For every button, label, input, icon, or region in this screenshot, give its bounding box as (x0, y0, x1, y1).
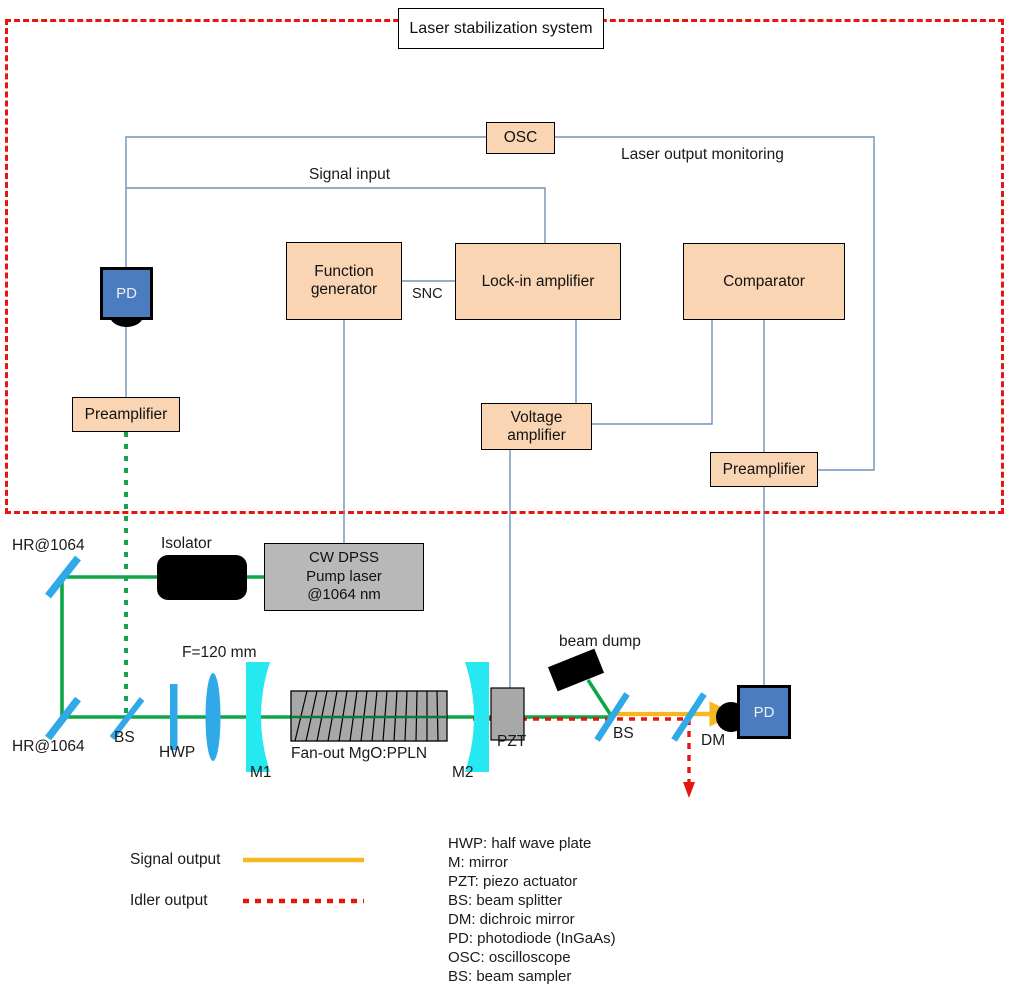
beam-dump-optic (547, 648, 605, 692)
pd-right-label: PD (753, 703, 775, 721)
ppln-label: Fan-out MgO:PPLN (291, 745, 428, 762)
abbreviation-7: BS: beam sampler (448, 968, 572, 985)
preamplifier-left-box[interactable]: Preamplifier (72, 397, 180, 432)
legend-idler-label: Idler output (130, 892, 208, 909)
bs-sampler-label: BS (613, 725, 634, 742)
hr-bottom-label: HR@1064 (12, 738, 85, 755)
idler-arrow-head (683, 782, 695, 798)
abbreviation-0: HWP: half wave plate (448, 835, 592, 852)
title-label: Laser stabilization system (409, 19, 593, 37)
legend-signal-label: Signal output (130, 851, 221, 868)
dm-label: DM (701, 732, 726, 749)
abbreviation-1: M: mirror (448, 854, 508, 871)
function-generator-box[interactable]: Function generator (286, 242, 402, 320)
comparator-box[interactable]: Comparator (683, 243, 845, 320)
pump-laser-label: CW DPSS Pump laser @1064 nm (306, 548, 382, 604)
osc-label: OSC (503, 129, 538, 147)
ppln-crystal-optic (290, 690, 448, 742)
abbreviation-6: OSC: oscilloscope (448, 949, 571, 966)
m2-label: M2 (452, 764, 474, 781)
preamplifier-right-box[interactable]: Preamplifier (710, 452, 818, 487)
lock-in-amplifier-label: Lock-in amplifier (481, 272, 595, 290)
abbreviation-5: PD: photodiode (InGaAs) (448, 930, 616, 947)
function-generator-label: Function generator (310, 263, 378, 298)
laser-output-monitoring-label: Laser output monitoring (621, 146, 784, 163)
pd-left[interactable]: PD (100, 267, 153, 320)
preamplifier-left-label: Preamplifier (84, 405, 168, 423)
abbreviation-2: PZT: piezo actuator (448, 873, 578, 890)
beam-dump-label: beam dump (559, 633, 641, 650)
lock-in-amplifier-box[interactable]: Lock-in amplifier (455, 243, 621, 320)
voltage-amplifier-label: Voltage amplifier (507, 408, 566, 444)
diagram-canvas: Laser stabilization system OSC Function … (0, 0, 1010, 995)
lens-optic (205, 673, 221, 761)
snc-label: SNC (412, 286, 443, 302)
isolator-body[interactable] (157, 555, 247, 600)
hwp-label: HWP (159, 744, 196, 761)
hr-top-label: HR@1064 (12, 537, 85, 554)
voltage-amplifier-box[interactable]: Voltage amplifier (481, 403, 592, 450)
osc-box[interactable]: OSC (486, 122, 555, 154)
abbreviation-3: BS: beam splitter (448, 892, 563, 909)
hwp-optic (170, 684, 178, 750)
pd-left-label: PD (116, 285, 137, 302)
pump-laser-box[interactable]: CW DPSS Pump laser @1064 nm (264, 543, 424, 611)
title-box: Laser stabilization system (398, 8, 604, 49)
bs-left-label: BS (114, 729, 135, 746)
isolator-label: Isolator (161, 535, 212, 552)
lens-focal-label: F=120 mm (182, 644, 257, 661)
m1-label: M1 (250, 764, 272, 781)
pzt-label: PZT (497, 733, 527, 750)
preamplifier-right-label: Preamplifier (722, 460, 806, 478)
abbreviation-4: DM: dichroic mirror (448, 911, 575, 928)
comparator-label: Comparator (723, 272, 805, 290)
signal-input-label: Signal input (309, 166, 391, 183)
pd-right[interactable]: PD (737, 685, 791, 739)
